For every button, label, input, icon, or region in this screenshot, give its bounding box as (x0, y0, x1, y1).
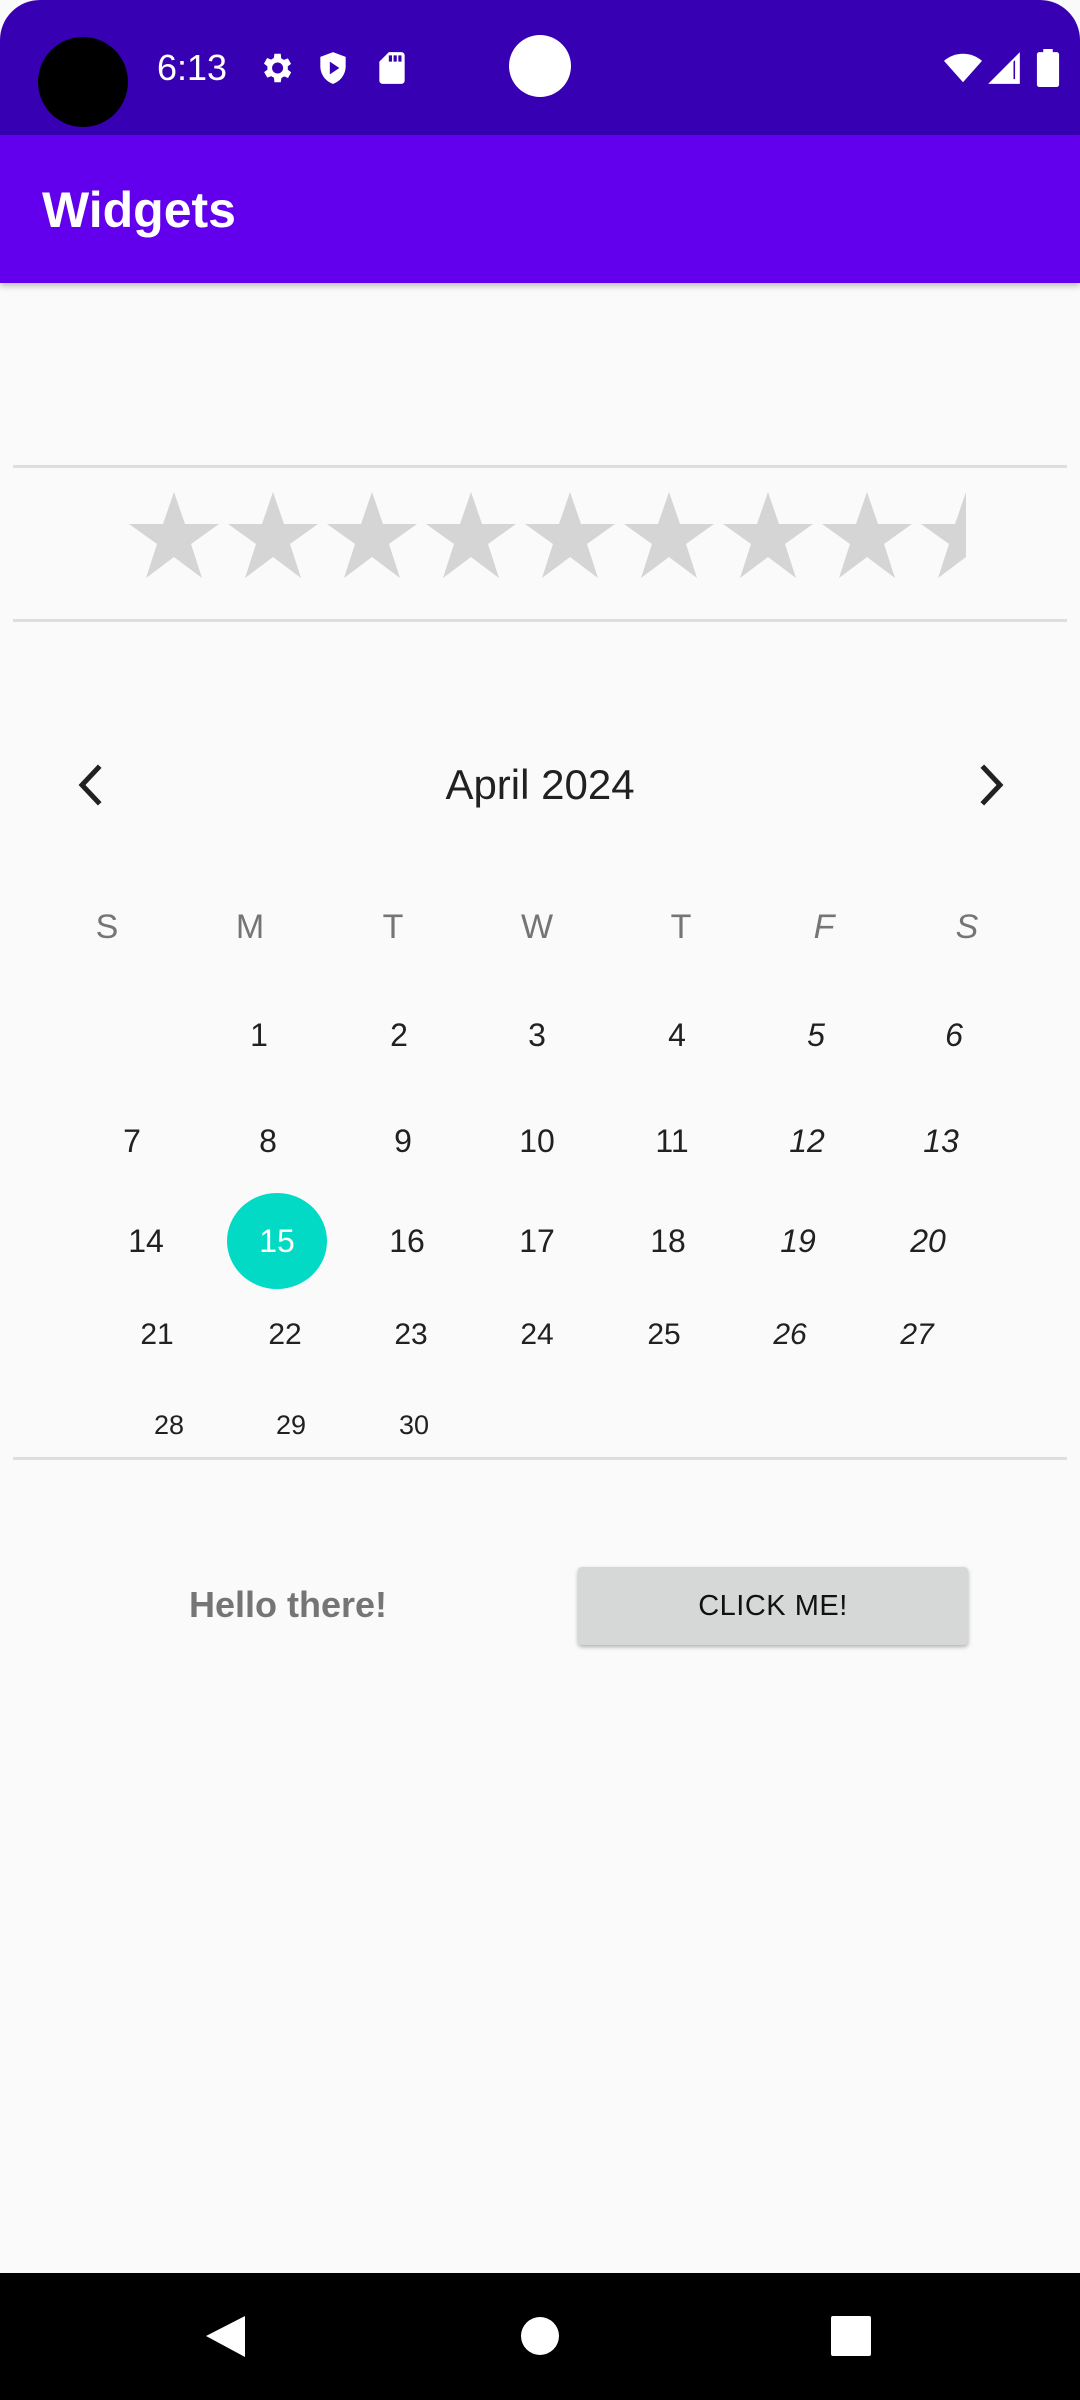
rating-star-icon[interactable] (225, 488, 321, 584)
calendar-day[interactable]: 23 (371, 1313, 451, 1357)
rating-star-icon[interactable] (522, 488, 618, 584)
calendar-day[interactable]: 20 (888, 1219, 968, 1263)
rating-star-icon[interactable] (621, 488, 717, 584)
calendar-day[interactable]: 3 (497, 1013, 577, 1057)
day-of-week-header: S (95, 908, 119, 946)
calendar-day[interactable]: 24 (497, 1313, 577, 1357)
day-of-week-header: W (520, 908, 554, 946)
day-of-week-header: M (235, 908, 265, 946)
calendar-day[interactable]: 6 (914, 1013, 994, 1057)
calendar-day[interactable]: 16 (367, 1219, 447, 1263)
calendar-day[interactable]: 26 (750, 1313, 830, 1357)
wifi-icon (944, 53, 982, 83)
calendar-day[interactable]: 30 (374, 1403, 454, 1447)
calendar-month-label: April 2024 (445, 761, 635, 808)
calendar-day[interactable]: 1 (219, 1013, 299, 1057)
back-icon[interactable] (165, 2273, 285, 2400)
calendar-day[interactable]: 2 (359, 1013, 439, 1057)
rating-bar[interactable] (126, 488, 976, 584)
status-indicator-dot (509, 35, 571, 97)
calendar-day[interactable]: 19 (758, 1219, 838, 1263)
divider (13, 1457, 1067, 1460)
calendar-day-selected[interactable]: 15 (237, 1219, 317, 1263)
day-of-week-header: T (670, 908, 692, 946)
divider (13, 619, 1067, 622)
calendar-day[interactable]: 28 (129, 1403, 209, 1447)
app-title: Widgets (42, 182, 236, 238)
rating-star-icon[interactable] (819, 488, 915, 584)
home-icon[interactable] (480, 2273, 600, 2400)
rating-star-icon[interactable] (423, 488, 519, 584)
camera-cutout (38, 37, 128, 127)
next-month-button[interactable] (962, 760, 1022, 810)
calendar-day[interactable]: 7 (92, 1119, 172, 1163)
status-time: 6:13 (157, 47, 228, 88)
shield-icon (320, 52, 346, 84)
day-of-week-header: T (382, 908, 404, 946)
calendar-day[interactable]: 5 (776, 1013, 856, 1057)
calendar-day[interactable]: 18 (628, 1219, 708, 1263)
rating-star-icon[interactable] (324, 488, 420, 584)
divider (13, 465, 1067, 468)
day-of-week-header: F (813, 908, 835, 946)
sd-card-icon (379, 52, 405, 84)
recents-icon[interactable] (791, 2273, 911, 2400)
calendar-day[interactable]: 10 (497, 1119, 577, 1163)
calendar-day[interactable]: 21 (117, 1313, 197, 1357)
calendar-day[interactable]: 8 (228, 1119, 308, 1163)
click-me-button[interactable]: CLICK ME! (578, 1567, 968, 1645)
calendar-day[interactable]: 22 (245, 1313, 325, 1357)
calendar-day[interactable]: 11 (632, 1119, 712, 1163)
day-of-week-header: S (955, 908, 979, 946)
rating-star-icon[interactable] (720, 488, 816, 584)
status-bar: 6:13 (0, 0, 1080, 135)
calendar-day[interactable]: 29 (251, 1403, 331, 1447)
calendar-day[interactable]: 13 (901, 1119, 981, 1163)
signal-icon (988, 52, 1020, 84)
battery-icon (1036, 49, 1060, 87)
rating-star-icon[interactable] (918, 488, 966, 584)
rating-star-icon[interactable] (126, 488, 222, 584)
calendar-day[interactable]: 9 (363, 1119, 443, 1163)
calendar-day[interactable]: 25 (624, 1313, 704, 1357)
calendar-day[interactable]: 17 (497, 1219, 577, 1263)
greeting-text: Hello there! (189, 1584, 388, 1625)
calendar-day[interactable]: 4 (637, 1013, 717, 1057)
navigation-bar (0, 2273, 1080, 2400)
settings-icon (263, 53, 292, 83)
calendar-day[interactable]: 12 (767, 1119, 847, 1163)
calendar-day[interactable]: 27 (877, 1313, 957, 1357)
calendar-day[interactable]: 14 (106, 1219, 186, 1263)
app-bar: Widgets (0, 135, 1080, 283)
